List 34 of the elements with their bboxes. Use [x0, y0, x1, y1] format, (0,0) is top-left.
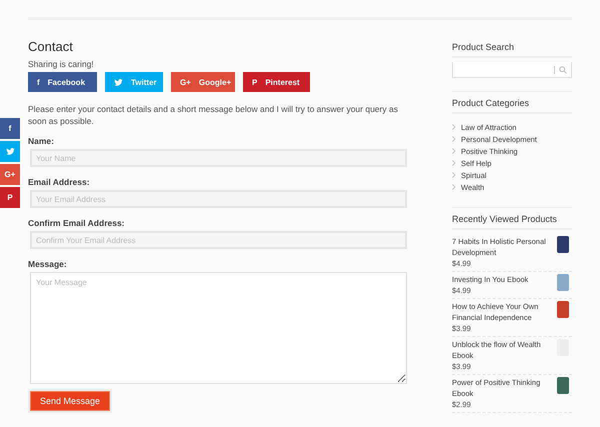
- page-title: Contact: [28, 39, 74, 56]
- input-field[interactable]: Confirm Your Email Address: [30, 231, 407, 249]
- share-button[interactable]: f: [0, 118, 20, 139]
- share-button[interactable]: G+ Google+: [171, 72, 235, 92]
- field-label: Message:: [28, 259, 68, 269]
- share-button[interactable]: P Pinterest: [243, 72, 310, 92]
- share-button[interactable]: f Facebook: [28, 72, 97, 92]
- field-label: Email Address:: [28, 177, 91, 187]
- googleplus-icon: G+: [180, 78, 191, 86]
- pinterest-icon: P: [7, 193, 13, 202]
- intro-text: Please enter your contact details and a short message below and I will try to answer your query as soon as possible.: [28, 103, 399, 127]
- sharing-label: Sharing is caring!: [28, 59, 95, 69]
- field-label: Name:: [28, 136, 55, 146]
- bird-icon: [6, 147, 14, 156]
- section-title: Product Categories: [452, 98, 572, 114]
- book-cover-placeholder: [557, 236, 569, 253]
- message-field[interactable]: Your Message: [30, 272, 407, 384]
- googleplus-icon: G+: [4, 170, 16, 179]
- facebook-icon: f: [37, 78, 40, 86]
- bird-icon: [114, 78, 123, 86]
- input-field[interactable]: Your Email Address: [30, 190, 407, 208]
- book-cover-placeholder: [557, 377, 569, 394]
- pinterest-icon: P: [252, 78, 258, 86]
- share-button[interactable]: P: [0, 187, 20, 208]
- field-label: Confirm Email Address:: [28, 218, 126, 228]
- share-button[interactable]: [0, 141, 20, 162]
- book-cover-placeholder: [557, 274, 569, 291]
- book-cover-placeholder: [557, 301, 569, 318]
- send-button[interactable]: Send Message: [30, 391, 110, 411]
- section-title: Product Search: [452, 42, 572, 58]
- section-title: Recently Viewed Products: [452, 214, 572, 230]
- facebook-icon: f: [8, 124, 12, 133]
- input-field[interactable]: Your Name: [30, 149, 407, 167]
- share-button[interactable]: G+: [0, 164, 20, 185]
